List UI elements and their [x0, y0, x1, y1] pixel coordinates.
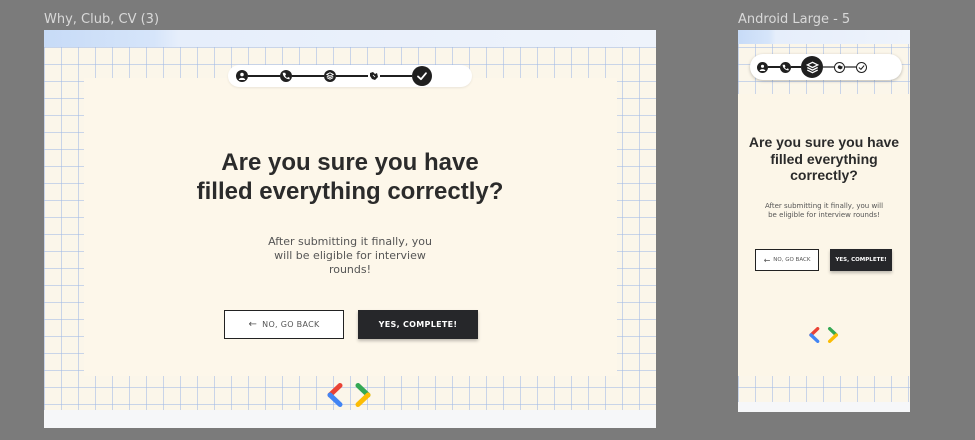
step-connector	[768, 66, 780, 68]
gdsc-logo-icon	[809, 327, 838, 343]
frame-label-desktop[interactable]: Why, Club, CV (3)	[44, 12, 159, 27]
step-connector	[823, 66, 834, 68]
mobile-frame: Are you sure you have filled everything …	[738, 30, 910, 412]
layers-icon[interactable]	[324, 70, 336, 82]
arrow-left-icon: ←	[248, 319, 258, 330]
phone-icon[interactable]	[780, 61, 791, 73]
go-back-label: NO, GO BACK	[773, 257, 811, 263]
go-back-label: NO, GO BACK	[262, 320, 320, 329]
content-panel	[84, 78, 617, 376]
footer-band	[44, 410, 656, 428]
complete-label: YES, COMPLETE!	[378, 320, 458, 329]
complete-button[interactable]: YES, COMPLETE!	[358, 310, 478, 339]
desktop-frame: Are you sure you have filled everything …	[44, 30, 656, 428]
complete-button[interactable]: YES, COMPLETE!	[830, 249, 892, 271]
arrow-left-icon: ←	[763, 255, 771, 265]
progress-stepper	[750, 54, 902, 80]
check-icon[interactable]	[856, 61, 867, 73]
gdsc-logo-icon	[327, 383, 371, 407]
frame-label-mobile[interactable]: Android Large - 5	[738, 12, 850, 27]
confirm-title: Are you sure you have filled everything …	[748, 134, 900, 183]
handshake-icon[interactable]	[368, 70, 380, 82]
layers-icon[interactable]	[801, 56, 823, 78]
confirm-subtitle: After submitting it finally, you will be…	[268, 235, 432, 276]
handshake-icon[interactable]	[834, 61, 845, 73]
step-connector	[791, 66, 801, 68]
step-connector	[845, 66, 856, 68]
complete-label: YES, COMPLETE!	[835, 257, 887, 263]
header-band	[44, 30, 656, 47]
user-icon[interactable]	[757, 61, 768, 73]
step-connector	[336, 75, 368, 77]
step-connector	[248, 75, 280, 77]
step-connector	[292, 75, 324, 77]
confirm-title: Are you sure you have filled everything …	[196, 149, 504, 205]
confirm-subtitle: After submitting it finally, you will be…	[764, 202, 884, 219]
go-back-button[interactable]: ← NO, GO BACK	[224, 310, 344, 339]
phone-icon[interactable]	[280, 70, 292, 82]
user-icon[interactable]	[236, 70, 248, 82]
go-back-button[interactable]: ← NO, GO BACK	[755, 249, 819, 271]
progress-stepper	[228, 65, 472, 87]
check-icon[interactable]	[412, 66, 432, 86]
header-band	[738, 30, 910, 44]
step-connector	[380, 75, 412, 77]
footer-band	[738, 402, 910, 412]
